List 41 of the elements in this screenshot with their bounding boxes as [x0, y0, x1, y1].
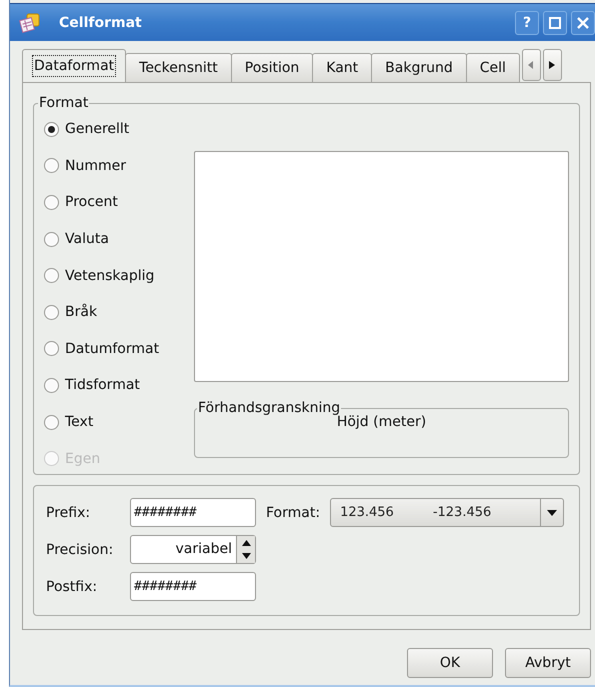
left-arrow-icon [528, 61, 534, 69]
spreadsheet-icon [19, 12, 41, 32]
maximize-button[interactable] [543, 10, 567, 34]
group-title: Förhandsgranskning [197, 400, 340, 416]
maximize-icon [549, 16, 561, 28]
radio-option[interactable]: Generellt [44, 111, 194, 148]
precision-spinbox[interactable]: variabel [130, 535, 256, 564]
tab[interactable]: Kant [312, 53, 372, 82]
radio-option[interactable]: Nummer [44, 148, 194, 184]
field-label: Precision: [46, 542, 114, 558]
field-label: Format: [266, 504, 320, 520]
tab[interactable]: Cell [466, 53, 520, 82]
tab[interactable]: Dataformat [22, 49, 126, 82]
close-icon [577, 16, 589, 28]
field-label: Prefix: [46, 504, 92, 520]
postfix-field[interactable]: ######## [130, 572, 256, 601]
up-arrow-icon[interactable] [242, 540, 250, 546]
radio-option[interactable]: Bråk [44, 294, 194, 331]
help-button[interactable]: ? [515, 10, 539, 34]
right-arrow-icon [549, 61, 556, 69]
radio-option[interactable]: Datumformat [44, 330, 194, 368]
caret-icon [547, 510, 558, 516]
prefix-field[interactable]: ######## [130, 498, 256, 527]
down-arrow-icon[interactable] [242, 553, 250, 560]
window-title: Cellformat [59, 14, 143, 30]
radio-option[interactable]: Procent [44, 184, 194, 221]
tab[interactable]: Teckensnitt [125, 53, 232, 82]
dialog-button[interactable]: Avbryt [505, 648, 591, 678]
radio-option[interactable]: Tidsformat [44, 367, 194, 404]
tab[interactable]: Bakgrund [371, 53, 467, 82]
tab[interactable]: Position [230, 53, 314, 82]
radio-option[interactable]: Vetenskaplig [44, 257, 194, 294]
format-dropdown[interactable]: 123.456 -123.456 [330, 498, 564, 527]
radio-option[interactable]: Text [44, 404, 194, 440]
preview-text: Höjd (meter) [336, 414, 428, 430]
scroll-right-button[interactable] [542, 49, 562, 81]
dialog-button[interactable]: OK [407, 648, 493, 678]
group-title: Format [38, 95, 90, 111]
radio-option[interactable]: Valuta [44, 220, 194, 258]
close-button[interactable] [571, 10, 595, 34]
field-label: Postfix: [46, 578, 98, 594]
